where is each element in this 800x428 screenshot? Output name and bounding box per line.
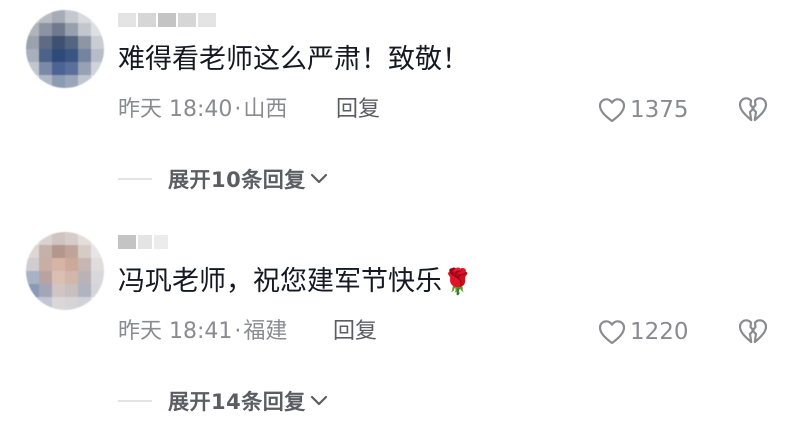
comment-location: 福建 <box>243 319 288 344</box>
expand-replies-button[interactable]: 展开10条回复 <box>118 165 328 193</box>
like-button[interactable]: 1220 <box>598 317 689 347</box>
expand-replies-button[interactable]: 展开14条回复 <box>118 387 328 415</box>
reply-button[interactable]: 回复 <box>333 317 377 347</box>
avatar[interactable] <box>26 10 104 88</box>
reply-button[interactable]: 回复 <box>336 95 380 125</box>
comment-meta: 昨天 18:41·福建 <box>118 317 287 347</box>
divider <box>118 400 152 402</box>
comment-meta: 昨天 18:40·山西 <box>118 95 287 125</box>
avatar[interactable] <box>26 232 104 310</box>
like-count: 1220 <box>630 319 689 345</box>
divider <box>118 178 152 180</box>
comment-time: 昨天 18:41 <box>118 319 233 344</box>
comment-text: 冯巩老师，祝您建军节快乐🌹 <box>118 262 473 302</box>
meta-separator: · <box>234 319 242 344</box>
broken-heart-icon <box>738 97 768 128</box>
chevron-down-icon <box>310 392 328 411</box>
chevron-down-icon <box>310 170 328 189</box>
heart-outline-icon <box>598 97 626 123</box>
expand-replies-label: 展开14条回复 <box>168 390 306 414</box>
comment-time: 昨天 18:40 <box>118 97 233 122</box>
comment-text-body: 冯巩老师，祝您建军节快乐 <box>118 266 442 297</box>
comment-location: 山西 <box>243 97 288 122</box>
dislike-button[interactable] <box>738 96 768 124</box>
username-masked[interactable] <box>118 13 216 27</box>
username-masked[interactable] <box>118 235 168 249</box>
meta-separator: · <box>234 97 242 122</box>
like-button[interactable]: 1375 <box>598 95 689 125</box>
like-count: 1375 <box>630 97 689 123</box>
expand-replies-label: 展开10条回复 <box>168 168 306 192</box>
heart-outline-icon <box>598 319 626 345</box>
broken-heart-icon <box>738 319 768 350</box>
dislike-button[interactable] <box>738 318 768 346</box>
comment-text: 难得看老师这么严肃！致敬！ <box>118 44 469 75</box>
rose-emoji: 🌹 <box>442 267 474 296</box>
